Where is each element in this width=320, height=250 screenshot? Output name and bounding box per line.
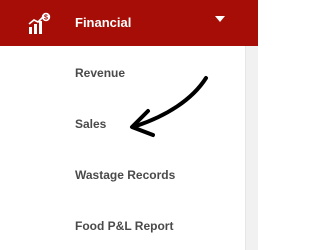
financial-chart-icon: $ bbox=[28, 12, 51, 34]
scrollbar[interactable] bbox=[245, 46, 258, 250]
submenu-item-label: Food P&L Report bbox=[75, 219, 174, 233]
submenu-item-revenue[interactable]: Revenue bbox=[0, 56, 245, 90]
financial-menu-title: Financial bbox=[75, 15, 132, 30]
submenu-item-food-pl-report[interactable]: Food P&L Report bbox=[0, 209, 245, 243]
financial-menu-header[interactable]: $ Financial bbox=[0, 0, 258, 46]
sidebar-financial-panel: $ Financial Revenue Sales Wastage Record… bbox=[0, 0, 258, 250]
financial-submenu: Revenue Sales Wastage Records Food P&L R… bbox=[0, 46, 245, 250]
submenu-item-label: Wastage Records bbox=[75, 168, 176, 182]
submenu-item-label: Sales bbox=[75, 117, 107, 131]
submenu-item-sales[interactable]: Sales bbox=[0, 107, 245, 141]
svg-text:$: $ bbox=[44, 15, 48, 22]
submenu-item-label: Revenue bbox=[75, 66, 126, 80]
caret-down-icon[interactable] bbox=[215, 15, 225, 23]
submenu-item-wastage-records[interactable]: Wastage Records bbox=[0, 158, 245, 192]
